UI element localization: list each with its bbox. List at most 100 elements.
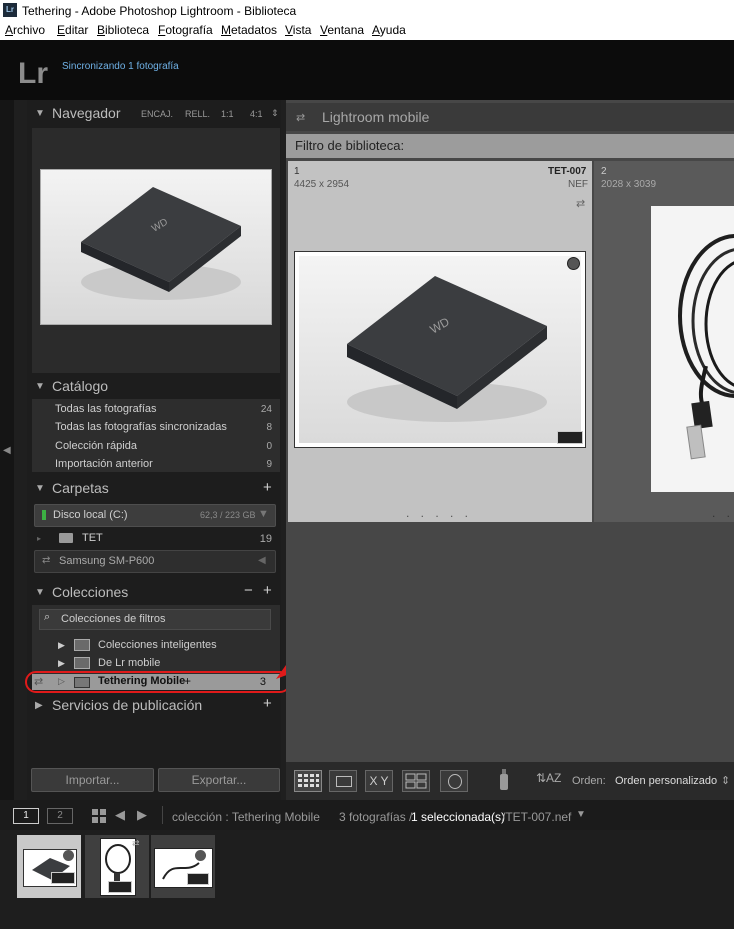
- spray-can-body: [500, 774, 508, 790]
- filename-dropdown-icon[interactable]: ▼: [576, 809, 586, 820]
- face-glyph: [448, 774, 462, 789]
- hard-drive-photo-icon: WD: [299, 256, 581, 443]
- collections-title: Colecciones: [52, 584, 129, 600]
- sort-direction-icon[interactable]: ⇅AZ: [536, 771, 561, 785]
- zoom-stepper-icon[interactable]: ⇕: [271, 108, 279, 119]
- photo-thumbnail-hard-drive[interactable]: WD: [294, 251, 586, 448]
- zoom-fill[interactable]: RELL.: [185, 109, 210, 119]
- folder-item-tet[interactable]: TET: [82, 532, 103, 544]
- remove-collection-icon[interactable]: −: [244, 582, 253, 599]
- folder-icon: [59, 533, 73, 543]
- primary-window-button[interactable]: 1: [13, 808, 39, 824]
- collection-smart[interactable]: Colecciones inteligentes: [98, 639, 217, 651]
- expand-triangle-icon[interactable]: ▶: [35, 700, 43, 711]
- people-view-icon[interactable]: [440, 770, 468, 792]
- filmstrip-source[interactable]: colección : Tethering Mobile: [172, 810, 320, 824]
- title-bar: Lr Tethering - Adobe Photoshop Lightroom…: [0, 0, 734, 21]
- collapse-triangle-icon[interactable]: ▼: [35, 483, 45, 494]
- catalog-item-previous-import[interactable]: Importación anterior: [55, 458, 153, 470]
- menu-ventana[interactable]: Ventana: [320, 23, 364, 37]
- source-title: Lightroom mobile: [322, 109, 430, 125]
- collapse-triangle-icon[interactable]: ▼: [35, 108, 45, 119]
- collapse-triangle-icon[interactable]: ▼: [35, 587, 45, 598]
- publish-services-title: Servicios de publicación: [52, 697, 203, 713]
- cell-index: 2: [601, 166, 607, 177]
- export-button[interactable]: Exportar...: [158, 768, 280, 792]
- edit-badges-icon: [51, 872, 75, 884]
- grid-view-mini-icon[interactable]: [92, 809, 106, 828]
- cell-filename: TET-007: [548, 166, 587, 177]
- sort-label: Orden:: [572, 775, 606, 787]
- edit-badges-icon: [557, 431, 583, 444]
- filmstrip-filename: /TET-007.nef: [502, 810, 572, 824]
- collapse-triangle-icon[interactable]: ▼: [35, 381, 45, 392]
- add-folder-icon[interactable]: +: [263, 479, 272, 496]
- collapse-left-arrow-icon[interactable]: ◀: [3, 445, 11, 456]
- disclosure-triangle-icon[interactable]: ▶: [58, 658, 65, 669]
- filmstrip-thumb[interactable]: [151, 835, 215, 898]
- photo-thumbnail-usb-cable[interactable]: [651, 206, 734, 492]
- forward-arrow-icon[interactable]: ▶: [137, 807, 147, 823]
- divider: [162, 806, 163, 824]
- menu-biblioteca[interactable]: Biblioteca: [97, 23, 149, 37]
- add-collection-icon[interactable]: +: [263, 582, 272, 599]
- collection-lr-mobile[interactable]: De Lr mobile: [98, 657, 160, 669]
- publish-services-header[interactable]: ▶ Servicios de publicación: [27, 694, 281, 718]
- menu-ayuda[interactable]: Ayuda: [372, 23, 406, 37]
- navigator-preview-image[interactable]: WD: [40, 169, 272, 325]
- catalog-item-synced[interactable]: Todas las fotografías sincronizadas: [55, 421, 227, 433]
- filmstrip-count: 3 fotografías /: [339, 810, 413, 824]
- lr-logo: Lr: [18, 57, 48, 90]
- import-button[interactable]: Importar...: [31, 768, 154, 792]
- filmstrip-thumb[interactable]: ⇄: [85, 835, 149, 898]
- collection-set-icon: [74, 657, 90, 669]
- folders-header[interactable]: ▼ Carpetas: [27, 477, 281, 501]
- zoom-4-1[interactable]: 4:1: [250, 109, 263, 119]
- catalog-item-quick-collection[interactable]: Colección rápida: [55, 440, 137, 452]
- menu-archivo[interactable]: Archivo: [5, 23, 45, 37]
- volume-label: Samsung SM-P600: [59, 555, 155, 567]
- disclosure-icon[interactable]: ▸: [37, 534, 41, 543]
- expand-triangle-icon[interactable]: ▼: [258, 508, 269, 520]
- menu-metadatos[interactable]: Metadatos: [221, 23, 277, 37]
- sync-status[interactable]: Sincronizando 1 fotografía: [62, 61, 179, 72]
- disclosure-triangle-icon[interactable]: ▶: [58, 640, 65, 651]
- sync-arrows-icon: ⇄: [42, 555, 51, 566]
- loupe-view-icon[interactable]: [329, 770, 357, 792]
- collections-header[interactable]: ▼ Colecciones: [27, 581, 281, 605]
- cell-dimensions: 4425 x 2954: [294, 179, 350, 190]
- secondary-window-button[interactable]: 2: [47, 808, 73, 824]
- loupe-glyph: [336, 776, 352, 787]
- sort-select-arrow-icon[interactable]: ⇕: [721, 774, 730, 787]
- filmstrip-thumb-selected[interactable]: [17, 835, 81, 898]
- folders-title: Carpetas: [52, 480, 109, 496]
- filmstrip-selected: 1 seleccionada(s): [411, 810, 506, 824]
- search-icon: ⌕: [44, 611, 51, 623]
- grid-view-icon[interactable]: [294, 770, 322, 792]
- menu-editar[interactable]: Editar: [57, 23, 88, 37]
- survey-view-icon[interactable]: [402, 770, 430, 792]
- hard-drive-photo-icon: WD: [41, 170, 271, 324]
- catalog-header[interactable]: ▼ Catálogo: [27, 375, 281, 399]
- catalog-item-all[interactable]: Todas las fotografías: [55, 403, 157, 415]
- library-filter-label: Filtro de biblioteca:: [295, 138, 405, 153]
- add-publish-service-icon[interactable]: +: [263, 695, 272, 712]
- sort-select[interactable]: Orden personalizado: [615, 775, 717, 787]
- usb-cable-photo-icon: [651, 206, 734, 492]
- collection-set-icon: [74, 639, 90, 651]
- back-arrow-icon[interactable]: ◀: [115, 807, 125, 823]
- cell-dots: . . . . .: [406, 506, 473, 520]
- menu-vista[interactable]: Vista: [285, 23, 311, 37]
- painter-spray-icon[interactable]: [498, 768, 510, 790]
- collapsed-triangle-icon[interactable]: ◀: [258, 555, 266, 566]
- navigator-title: Navegador: [52, 105, 121, 121]
- volume-label: Disco local (C:): [53, 509, 128, 521]
- quick-collection-marker-icon[interactable]: [567, 257, 580, 270]
- volume-status-led-icon: [42, 510, 46, 520]
- zoom-1-1[interactable]: 1:1: [221, 109, 234, 119]
- menu-fotografia[interactable]: Fotografía: [158, 23, 213, 37]
- cell-dimensions: 2028 x 3039: [601, 179, 657, 190]
- quick-collection-marker-icon: [63, 850, 74, 861]
- zoom-fit[interactable]: ENCAJ.: [141, 109, 173, 119]
- compare-view-icon[interactable]: X Y: [365, 770, 393, 792]
